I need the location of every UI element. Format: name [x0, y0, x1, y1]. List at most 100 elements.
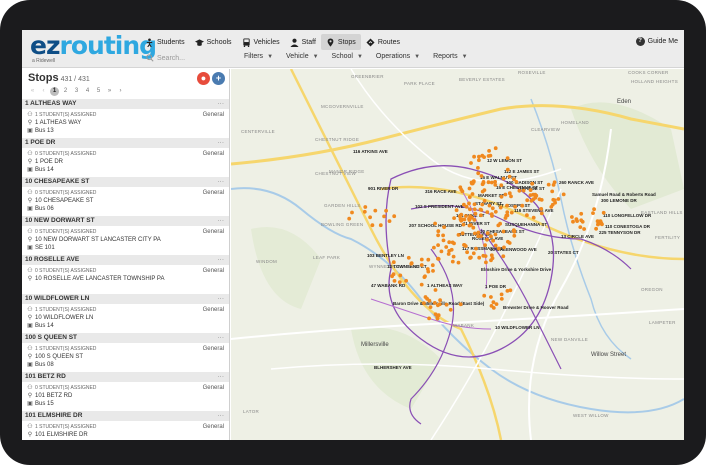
stop-marker[interactable]	[468, 207, 472, 212]
stop-marker[interactable]	[426, 257, 431, 262]
nav-stops[interactable]: Stops	[320, 34, 361, 50]
stop-marker[interactable]	[487, 149, 491, 153]
stop-marker[interactable]	[571, 219, 575, 224]
stop-marker[interactable]	[493, 179, 497, 184]
guide-me-button[interactable]: ? Guide Me	[635, 37, 678, 46]
stop-marker[interactable]	[472, 207, 477, 212]
stop-marker[interactable]	[419, 257, 424, 262]
stop-marker[interactable]	[489, 180, 494, 185]
stop-marker[interactable]	[427, 316, 431, 321]
ezrouting-logo[interactable]: ezrouting	[30, 32, 157, 60]
stop-marker[interactable]	[387, 219, 392, 224]
stop-marker[interactable]	[551, 197, 556, 202]
stop-marker[interactable]	[456, 233, 461, 237]
stop-map-label[interactable]: 47 WABANK RD	[371, 283, 406, 288]
stop-marker[interactable]	[447, 240, 452, 245]
more-options-icon[interactable]: ···	[218, 177, 225, 187]
stop-marker[interactable]	[496, 223, 501, 228]
first-page-button[interactable]: «	[28, 87, 37, 96]
stop-bus[interactable]: ▣ Bus 14	[27, 322, 229, 330]
next-page-button[interactable]: »	[105, 87, 114, 96]
stop-marker[interactable]	[578, 225, 583, 230]
stop-marker[interactable]	[487, 203, 492, 208]
stop-marker[interactable]	[551, 183, 556, 187]
stop-marker[interactable]	[476, 234, 481, 239]
stop-map-label[interactable]: BLHERSHEY AVE	[374, 365, 412, 370]
stop-marker[interactable]	[479, 208, 484, 212]
stop-marker[interactable]	[600, 222, 604, 227]
stop-marker[interactable]	[461, 222, 466, 227]
stop-marker[interactable]	[409, 261, 414, 266]
nav-students[interactable]: Students	[140, 34, 190, 50]
stop-marker[interactable]	[531, 215, 536, 220]
stop-marker[interactable]	[493, 243, 498, 248]
stop-marker[interactable]	[499, 292, 504, 297]
stop-marker[interactable]	[432, 301, 437, 305]
stop-marker[interactable]	[489, 304, 494, 308]
map-canvas[interactable]: GREENBRIER PARK PLACE BEVERLY ESTATES ROSEV…	[231, 69, 684, 440]
stop-marker[interactable]	[499, 183, 504, 188]
reports-dropdown[interactable]: Reports ▼	[433, 53, 467, 60]
stop-marker[interactable]	[505, 210, 510, 215]
stop-marker[interactable]	[479, 213, 483, 218]
stop-map-label[interactable]: Samuel Road & Roberts Road	[592, 192, 656, 197]
stop-marker[interactable]	[499, 194, 504, 199]
stop-marker[interactable]	[498, 205, 503, 210]
stop-marker[interactable]	[513, 204, 517, 209]
page-3[interactable]: 3	[72, 87, 81, 96]
stop-marker[interactable]	[486, 180, 491, 185]
stop-marker[interactable]	[521, 188, 526, 193]
stop-marker[interactable]	[496, 246, 501, 251]
stop-map-label[interactable]: 901 RIVER DR	[368, 186, 399, 191]
stop-marker[interactable]	[404, 278, 408, 283]
page-4[interactable]: 4	[83, 87, 92, 96]
stop-marker[interactable]	[486, 154, 491, 158]
stop-item-header[interactable]: 10 CHESAPEAKE ST ···	[22, 177, 229, 187]
stop-marker[interactable]	[485, 210, 490, 215]
stop-marker[interactable]	[512, 177, 516, 182]
stop-marker[interactable]	[451, 254, 456, 259]
school-dropdown[interactable]: School ▼	[332, 53, 363, 60]
stop-marker[interactable]	[490, 206, 495, 211]
stop-marker[interactable]	[460, 231, 465, 236]
stop-item[interactable]: ⚇ 0 STUDENT(S) ASSIGNED ⚲ 101 BETZ RD ▣ Bus 1…	[22, 382, 229, 411]
stop-marker[interactable]	[601, 210, 606, 215]
more-options-icon[interactable]: ···	[218, 411, 225, 421]
stop-item-header[interactable]: 10 ROSELLE AVE ···	[22, 255, 229, 265]
stop-marker[interactable]	[362, 209, 367, 214]
stop-bus[interactable]: ▣ Bus 15	[27, 400, 229, 408]
stop-marker[interactable]	[464, 214, 468, 218]
stop-marker[interactable]	[452, 216, 456, 221]
stop-marker[interactable]	[391, 260, 396, 265]
stop-marker[interactable]	[433, 221, 437, 226]
stop-marker[interactable]	[458, 185, 463, 190]
stop-marker[interactable]	[431, 269, 435, 273]
stop-marker[interactable]	[482, 199, 487, 203]
stop-map-label[interactable]: Elmshire Drive & Yorkshire Drive	[481, 267, 552, 272]
stop-map-label[interactable]: 1 ALTHEAS WAY	[427, 283, 463, 288]
stop-marker[interactable]	[444, 302, 449, 307]
stop-item[interactable]: ⚇ 0 STUDENT(S) ASSIGNED ⚲ 10 CHESAPEAKE ST ▣…	[22, 187, 229, 216]
stop-marker[interactable]	[482, 155, 486, 159]
stop-marker[interactable]	[472, 202, 477, 207]
stop-marker[interactable]	[501, 229, 506, 234]
stop-marker[interactable]	[427, 298, 432, 303]
stop-marker[interactable]	[469, 161, 473, 165]
more-options-icon[interactable]: ···	[218, 255, 225, 265]
stop-marker[interactable]	[504, 213, 509, 218]
stop-marker[interactable]	[501, 176, 506, 181]
stop-map-label[interactable]: 316 RACE AVE	[425, 189, 457, 194]
stop-marker[interactable]	[479, 174, 484, 178]
stop-marker[interactable]	[397, 280, 402, 284]
stop-item[interactable]: ⚇ 0 STUDENT(S) ASSIGNED ⚲ 1 POE DR ▣ Bus 14 Ge…	[22, 148, 229, 177]
stop-marker[interactable]	[422, 301, 426, 305]
nav-staff[interactable]: Staff	[285, 34, 321, 50]
stop-marker[interactable]	[489, 234, 493, 239]
stop-marker[interactable]	[477, 154, 481, 159]
stop-marker[interactable]	[483, 243, 487, 248]
stop-map-label[interactable]: 12 W LEMON ST	[487, 158, 522, 163]
stop-item[interactable]: ⚇ 0 STUDENT(S) ASSIGNED ⚲ 10 ROSELLE AVE LA…	[22, 265, 229, 294]
stop-marker[interactable]	[473, 211, 478, 216]
stop-marker[interactable]	[467, 186, 472, 191]
stop-marker[interactable]	[507, 241, 512, 245]
